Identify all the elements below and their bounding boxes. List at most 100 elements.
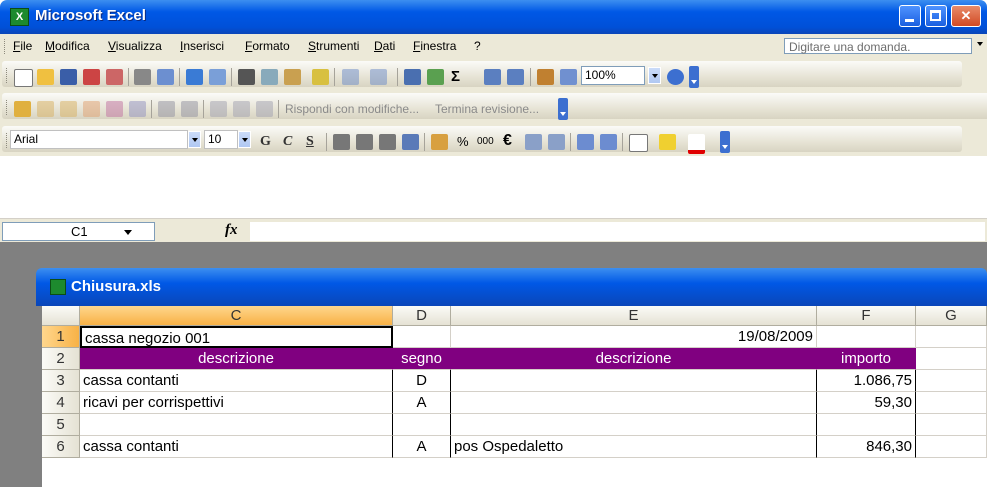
percent-button[interactable]: %: [457, 134, 469, 149]
cell-g3[interactable]: [916, 370, 987, 392]
cell-e2[interactable]: descrizione: [451, 348, 817, 370]
zoom-dropdown-icon[interactable]: [648, 67, 661, 84]
undo-icon[interactable]: [342, 69, 359, 85]
cell-g2[interactable]: [916, 348, 987, 370]
font-name-select[interactable]: Arial: [10, 130, 188, 149]
save-icon[interactable]: [60, 69, 77, 85]
fill-color-icon[interactable]: [659, 134, 676, 150]
close-button[interactable]: ✕: [951, 5, 981, 27]
font-size-dropdown-icon[interactable]: [238, 131, 251, 148]
cell-e5[interactable]: [451, 414, 817, 436]
end-review-button[interactable]: Termina revisione...: [435, 102, 539, 116]
cell-f3[interactable]: 1.086,75: [817, 370, 916, 392]
comment-icon[interactable]: [83, 101, 100, 117]
drawing-icon[interactable]: [560, 69, 577, 85]
underline-button[interactable]: S: [306, 134, 314, 150]
row-header-6[interactable]: 6: [42, 436, 80, 458]
cell-e4[interactable]: [451, 392, 817, 414]
font-size-select[interactable]: 10: [204, 130, 238, 149]
align-right-icon[interactable]: [379, 134, 396, 150]
research-icon[interactable]: [209, 69, 226, 85]
cell-f1[interactable]: [817, 326, 916, 348]
zoom-select[interactable]: 100%: [581, 66, 645, 85]
cut-icon[interactable]: [238, 69, 255, 85]
cell-f2[interactable]: importo: [817, 348, 916, 370]
cell-f5[interactable]: [817, 414, 916, 436]
row-header-5[interactable]: 5: [42, 414, 80, 436]
menu-file[interactable]: File: [13, 39, 32, 53]
menu-grip[interactable]: [4, 39, 7, 54]
cell-d4[interactable]: A: [393, 392, 451, 414]
reject-change-icon[interactable]: [256, 101, 273, 117]
column-header-c[interactable]: C: [80, 306, 393, 326]
forward-icon[interactable]: [60, 101, 77, 117]
row-header-4[interactable]: 4: [42, 392, 80, 414]
sort-ascending-icon[interactable]: [484, 69, 501, 85]
cell-e6[interactable]: pos Ospedaletto: [451, 436, 817, 458]
prev-change-icon[interactable]: [181, 101, 198, 117]
increase-indent-icon[interactable]: [600, 134, 617, 150]
cell-e1[interactable]: 19/08/2009: [451, 326, 817, 348]
cell-c6[interactable]: cassa contanti: [80, 436, 393, 458]
menu-help[interactable]: ?: [474, 39, 481, 53]
cell-f4[interactable]: 59,30: [817, 392, 916, 414]
open-icon[interactable]: [37, 69, 54, 85]
permission-icon[interactable]: [83, 69, 100, 85]
cell-d1[interactable]: [393, 326, 451, 348]
column-header-g[interactable]: G: [916, 306, 987, 326]
row-header-3[interactable]: 3: [42, 370, 80, 392]
redo-icon[interactable]: [370, 69, 387, 85]
menu-finestra[interactable]: Finestra: [413, 39, 456, 53]
cell-d3[interactable]: D: [393, 370, 451, 392]
menu-inserisci[interactable]: Inserisci: [180, 39, 224, 53]
review-toolbar-options-icon[interactable]: [558, 98, 568, 120]
euro-button[interactable]: €: [503, 132, 512, 150]
copy-icon[interactable]: [261, 69, 278, 85]
cell-g4[interactable]: [916, 392, 987, 414]
show-comments-icon[interactable]: [106, 101, 123, 117]
menu-formato[interactable]: Formato: [245, 39, 290, 53]
cell-f6[interactable]: 846,30: [817, 436, 916, 458]
cell-c1[interactable]: cassa negozio 001: [80, 326, 393, 348]
italic-button[interactable]: C: [283, 134, 292, 150]
worksheet-grid[interactable]: C D E F G 1 cassa negozio 001 19/08/2009…: [42, 306, 987, 487]
cell-d2[interactable]: segno: [393, 348, 451, 370]
format-toolbar-options-icon[interactable]: [720, 131, 730, 153]
name-box[interactable]: C1: [2, 222, 155, 241]
row-header-2[interactable]: 2: [42, 348, 80, 370]
sigma-icon[interactable]: Σ: [451, 68, 460, 85]
cell-g6[interactable]: [916, 436, 987, 458]
track-changes-icon[interactable]: [210, 101, 227, 117]
menu-visualizza[interactable]: Visualizza: [108, 39, 162, 53]
print-icon[interactable]: [134, 69, 151, 85]
cell-c3[interactable]: cassa contanti: [80, 370, 393, 392]
font-name-dropdown-icon[interactable]: [188, 131, 201, 148]
new-icon[interactable]: [14, 69, 33, 87]
function-icon[interactable]: fx: [225, 222, 238, 239]
toolbar-options-icon[interactable]: [689, 66, 699, 88]
delete-comment-icon[interactable]: [129, 101, 146, 117]
menu-modifica[interactable]: Modifica: [45, 39, 90, 53]
borders-icon[interactable]: [629, 134, 648, 152]
maximize-button[interactable]: [925, 5, 947, 27]
minimize-button[interactable]: [899, 5, 921, 27]
column-header-f[interactable]: F: [817, 306, 916, 326]
decrease-decimal-icon[interactable]: [548, 134, 565, 150]
cell-d5[interactable]: [393, 414, 451, 436]
cell-c4[interactable]: ricavi per corrispettivi: [80, 392, 393, 414]
format-painter-icon[interactable]: [312, 69, 329, 85]
help-icon[interactable]: [667, 69, 684, 85]
align-left-icon[interactable]: [333, 134, 350, 150]
merge-center-icon[interactable]: [402, 134, 419, 150]
bold-button[interactable]: G: [260, 134, 271, 150]
sort-descending-icon[interactable]: [507, 69, 524, 85]
decrease-indent-icon[interactable]: [577, 134, 594, 150]
ask-dropdown-icon[interactable]: [977, 42, 983, 46]
column-header-d[interactable]: D: [393, 306, 451, 326]
print-preview-icon[interactable]: [157, 69, 174, 85]
menu-dati[interactable]: Dati: [374, 39, 395, 53]
cell-g5[interactable]: [916, 414, 987, 436]
cell-d6[interactable]: A: [393, 436, 451, 458]
send-icon[interactable]: [14, 101, 31, 117]
chart-wizard-icon[interactable]: [537, 69, 554, 85]
